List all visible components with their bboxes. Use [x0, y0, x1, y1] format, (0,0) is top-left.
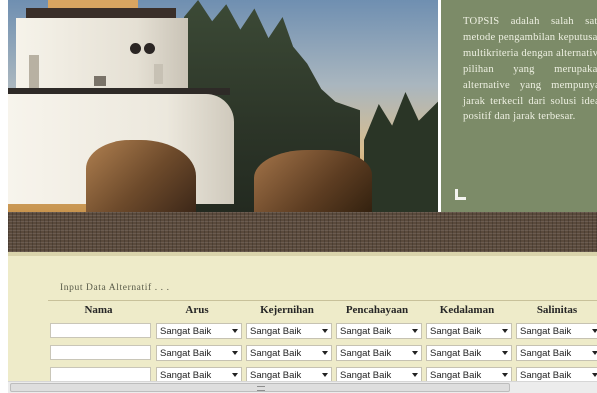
- pencahayaan-select[interactable]: Sangat Baik: [336, 323, 422, 339]
- kedalaman-select[interactable]: Sangat Baik: [426, 345, 512, 361]
- info-text: TOPSIS adalah salah satu metode pengambi…: [463, 16, 597, 123]
- dropdown-arrow-icon: [232, 329, 238, 333]
- scrollbar-grip-icon: [257, 386, 265, 391]
- select-value: Sangat Baik: [160, 326, 212, 337]
- decorative-band: [8, 212, 597, 252]
- hero-rock: [86, 140, 196, 212]
- column-header-kejernihan: Kejernihan: [260, 304, 314, 316]
- select-value: Sangat Baik: [340, 326, 392, 337]
- header: TOPSIS adalah salah satu metode pengambi…: [8, 0, 597, 212]
- pencahayaan-select[interactable]: Sangat Baik: [336, 345, 422, 361]
- content-area: Input Data Alternatif . . . Nama Arus Ke…: [8, 252, 597, 393]
- dropdown-arrow-icon: [232, 373, 238, 377]
- dropdown-arrow-icon: [592, 351, 597, 355]
- kejernihan-select[interactable]: Sangat Baik: [246, 345, 332, 361]
- dropdown-arrow-icon: [322, 373, 328, 377]
- form-title: Input Data Alternatif . . .: [60, 283, 170, 293]
- nama-input[interactable]: [50, 345, 151, 360]
- arus-select[interactable]: Sangat Baik: [156, 345, 242, 361]
- select-value: Sangat Baik: [340, 348, 392, 359]
- select-value: Sangat Baik: [520, 326, 572, 337]
- select-value: Sangat Baik: [430, 326, 482, 337]
- column-header-pencahayaan: Pencahayaan: [345, 304, 409, 316]
- corner-mark-icon: [455, 189, 466, 200]
- nama-input[interactable]: [50, 323, 151, 338]
- nama-input[interactable]: [50, 367, 151, 382]
- dropdown-arrow-icon: [502, 329, 508, 333]
- dropdown-arrow-icon: [412, 329, 418, 333]
- lighthouse-post: [154, 64, 163, 84]
- lighthouse-window: [29, 55, 39, 91]
- dropdown-arrow-icon: [412, 373, 418, 377]
- column-header-nama: Nama: [84, 304, 113, 316]
- arus-select[interactable]: Sangat Baik: [156, 323, 242, 339]
- header-divider: [48, 300, 597, 301]
- salinitas-select[interactable]: Sangat Baik: [516, 345, 597, 361]
- scrollbar-thumb[interactable]: [10, 383, 510, 392]
- lighthouse-wall-lamp: [94, 76, 106, 86]
- hero-rock: [254, 150, 372, 212]
- column-header-arus: Arus: [185, 304, 209, 316]
- dropdown-arrow-icon: [592, 329, 597, 333]
- select-value: Sangat Baik: [250, 348, 302, 359]
- dropdown-arrow-icon: [502, 351, 508, 355]
- content-top-border: [8, 252, 597, 256]
- column-header-kedalaman: Kedalaman: [439, 304, 495, 316]
- select-value: Sangat Baik: [520, 348, 572, 359]
- hero-banner-lighthouse: [8, 0, 438, 212]
- select-value: Sangat Baik: [250, 326, 302, 337]
- dropdown-arrow-icon: [592, 373, 597, 377]
- info-panel: TOPSIS adalah salah satu metode pengambi…: [441, 0, 597, 212]
- dropdown-arrow-icon: [232, 351, 238, 355]
- dropdown-arrow-icon: [502, 373, 508, 377]
- select-value: Sangat Baik: [430, 348, 482, 359]
- salinitas-select[interactable]: Sangat Baik: [516, 323, 597, 339]
- kejernihan-select[interactable]: Sangat Baik: [246, 323, 332, 339]
- horizontal-scrollbar[interactable]: [8, 381, 597, 393]
- dropdown-arrow-icon: [322, 329, 328, 333]
- lighthouse-porthole: [130, 43, 141, 54]
- kedalaman-select[interactable]: Sangat Baik: [426, 323, 512, 339]
- select-value: Sangat Baik: [160, 348, 212, 359]
- lighthouse-porthole: [144, 43, 155, 54]
- dropdown-arrow-icon: [322, 351, 328, 355]
- dropdown-arrow-icon: [412, 351, 418, 355]
- column-header-salinitas: Salinitas: [536, 304, 578, 316]
- hero-trees-right: [364, 92, 438, 212]
